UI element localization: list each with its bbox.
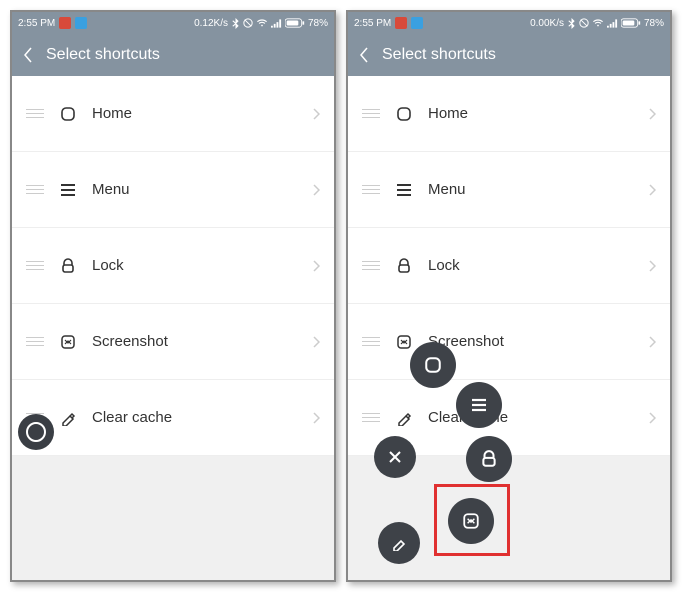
empty-area [12, 456, 334, 582]
wifi-icon [592, 18, 604, 28]
status-time: 2:55 PM [354, 18, 391, 29]
battery-percent: 78% [644, 18, 664, 29]
clear-cache-icon [58, 408, 78, 428]
lock-icon [58, 256, 78, 276]
signal-icon [271, 18, 282, 28]
chevron-right-icon [648, 184, 656, 196]
menu-icon [394, 180, 414, 200]
list-item[interactable]: Lock [348, 228, 670, 304]
drag-handle-icon[interactable] [362, 261, 380, 270]
list-item[interactable]: Home [12, 76, 334, 152]
bluetooth-icon [231, 18, 240, 29]
status-notification-icon [75, 17, 87, 29]
back-icon[interactable] [358, 47, 370, 63]
dnd-icon [243, 18, 253, 28]
shortcut-list: Home Menu Lock Screenshot [348, 76, 670, 456]
list-item-label: Home [92, 105, 298, 122]
drag-handle-icon[interactable] [362, 413, 380, 422]
list-item-label: Menu [92, 181, 298, 198]
chevron-right-icon [312, 108, 320, 120]
list-item-label: Lock [92, 257, 298, 274]
status-time: 2:55 PM [18, 18, 55, 29]
battery-icon [285, 18, 305, 28]
back-icon[interactable] [22, 47, 34, 63]
home-icon [58, 104, 78, 124]
chevron-right-icon [312, 336, 320, 348]
list-item[interactable]: Menu [12, 152, 334, 228]
list-item[interactable]: Home [348, 76, 670, 152]
list-item-label: Screenshot [428, 333, 634, 350]
chevron-right-icon [312, 412, 320, 424]
list-item[interactable]: Screenshot [12, 304, 334, 380]
header: Select shortcuts [12, 34, 334, 76]
net-speed: 0.12K/s [194, 18, 228, 29]
screenshot-icon [58, 332, 78, 352]
header-title: Select shortcuts [382, 46, 496, 64]
list-item[interactable]: Clear cache [12, 380, 334, 456]
net-speed: 0.00K/s [530, 18, 564, 29]
drag-handle-icon[interactable] [362, 109, 380, 118]
lock-icon [394, 256, 414, 276]
drag-handle-icon[interactable] [26, 185, 44, 194]
chevron-right-icon [648, 336, 656, 348]
drag-handle-icon[interactable] [26, 337, 44, 346]
chevron-right-icon [312, 260, 320, 272]
quickball-menu-button[interactable] [456, 382, 502, 428]
list-item-label: Clear cache [92, 409, 298, 426]
list-item[interactable]: Screenshot [348, 304, 670, 380]
status-bar: 2:55 PM 0.12K/s 78% [12, 12, 334, 34]
chevron-right-icon [312, 184, 320, 196]
drag-handle-icon[interactable] [26, 109, 44, 118]
status-bar: 2:55 PM 0.00K/s 78% [348, 12, 670, 34]
quickball-home-button[interactable] [410, 342, 456, 388]
wifi-icon [256, 18, 268, 28]
quick-ball[interactable] [18, 414, 54, 450]
list-item-label: Menu [428, 181, 634, 198]
status-notification-icon [59, 17, 71, 29]
battery-percent: 78% [308, 18, 328, 29]
list-item[interactable]: Menu [348, 152, 670, 228]
dnd-icon [579, 18, 589, 28]
phone-right: 2:55 PM 0.00K/s 78% [346, 10, 672, 582]
chevron-right-icon [648, 108, 656, 120]
shortcut-list: Home Menu Lock [12, 76, 334, 456]
header: Select shortcuts [348, 34, 670, 76]
chevron-right-icon [648, 412, 656, 424]
drag-handle-icon[interactable] [362, 337, 380, 346]
menu-icon [58, 180, 78, 200]
list-item-label: Screenshot [92, 333, 298, 350]
home-icon [394, 104, 414, 124]
bluetooth-icon [567, 18, 576, 29]
drag-handle-icon[interactable] [362, 185, 380, 194]
clear-cache-icon [394, 408, 414, 428]
drag-handle-icon[interactable] [26, 261, 44, 270]
status-notification-icon [395, 17, 407, 29]
screenshot-icon [394, 332, 414, 352]
chevron-right-icon [648, 260, 656, 272]
list-item-label: Home [428, 105, 634, 122]
quickball-screenshot-button[interactable] [448, 498, 494, 544]
quickball-lock-button[interactable] [466, 436, 512, 482]
quickball-close-button[interactable] [374, 436, 416, 478]
list-item-label: Lock [428, 257, 634, 274]
status-notification-icon [411, 17, 423, 29]
list-item[interactable]: Lock [12, 228, 334, 304]
battery-icon [621, 18, 641, 28]
phone-left: 2:55 PM 0.12K/s 78% [10, 10, 336, 582]
signal-icon [607, 18, 618, 28]
quickball-clear-button[interactable] [378, 522, 420, 564]
header-title: Select shortcuts [46, 46, 160, 64]
